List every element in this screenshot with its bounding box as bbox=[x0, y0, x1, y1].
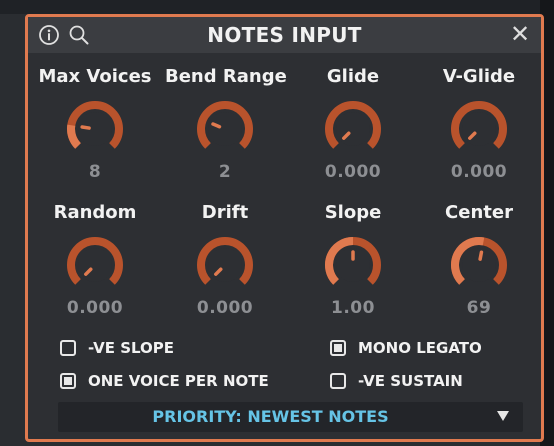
knob-label: Drift bbox=[201, 202, 249, 223]
knob-label: Glide bbox=[326, 66, 380, 87]
priority-label: PRIORITY: NEWEST NOTES bbox=[152, 407, 389, 426]
option-mono-legato[interactable]: MONO LEGATO bbox=[330, 337, 482, 359]
max-voices-knob[interactable] bbox=[63, 97, 127, 161]
knob-label: Random bbox=[53, 202, 137, 223]
knob-label: Center bbox=[445, 202, 513, 223]
option-label: -VE SLOPE bbox=[88, 339, 175, 357]
knob-label: Bend Range bbox=[165, 66, 287, 87]
knob-indicator bbox=[80, 125, 91, 130]
knob-body bbox=[208, 248, 242, 282]
window-title: NOTES INPUT bbox=[207, 23, 362, 47]
knob-random: Random 0.000 bbox=[35, 201, 155, 318]
knob-value: 8 bbox=[88, 162, 102, 182]
knob-value: 0.000 bbox=[66, 298, 124, 318]
knob-label: Max Voices bbox=[38, 66, 152, 87]
option-label: -VE SUSTAIN bbox=[358, 372, 463, 390]
bend-range-knob[interactable] bbox=[193, 97, 257, 161]
option-ve-slope[interactable]: -VE SLOPE bbox=[60, 337, 174, 359]
knob-value: 0.000 bbox=[324, 162, 382, 182]
option-label: MONO LEGATO bbox=[358, 339, 482, 357]
mono-legato-checkbox[interactable] bbox=[330, 340, 346, 356]
dropdown-arrow-icon bbox=[497, 411, 509, 421]
knob-body bbox=[208, 112, 242, 146]
knob-label: V-Glide bbox=[442, 66, 516, 87]
option-ve-sustain[interactable]: -VE SUSTAIN bbox=[330, 370, 463, 392]
priority-dropdown[interactable]: PRIORITY: NEWEST NOTES bbox=[58, 402, 523, 432]
ve-slope-checkbox[interactable] bbox=[60, 340, 76, 356]
ve-sustain-checkbox[interactable] bbox=[330, 373, 346, 389]
title-bar: NOTES INPUT ✕ bbox=[28, 17, 541, 53]
knob-label: Slope bbox=[324, 202, 382, 223]
knob-indicator bbox=[211, 122, 222, 129]
backdrop-top bbox=[0, 0, 554, 14]
close-icon[interactable]: ✕ bbox=[509, 22, 531, 46]
knob-drift: Drift 0.000 bbox=[165, 201, 285, 318]
knob-max-voices: Max Voices 8 bbox=[35, 65, 155, 182]
knob-body bbox=[462, 112, 496, 146]
knob-value: 1.00 bbox=[331, 298, 375, 318]
center-knob[interactable] bbox=[447, 233, 511, 297]
knob-indicator bbox=[478, 250, 484, 261]
v-glide-knob[interactable] bbox=[447, 97, 511, 161]
drift-knob[interactable] bbox=[193, 233, 257, 297]
knob-value: 0.000 bbox=[450, 162, 508, 182]
glide-knob[interactable] bbox=[321, 97, 385, 161]
knob-value: 0.000 bbox=[196, 298, 254, 318]
knob-slope: Slope 1.00 bbox=[293, 201, 413, 318]
knob-glide: Glide 0.000 bbox=[293, 65, 413, 182]
knob-bend-range: Bend Range 2 bbox=[165, 65, 287, 182]
knob-body bbox=[336, 112, 370, 146]
knob-value: 69 bbox=[466, 298, 492, 318]
knob-v-glide: V-Glide 0.000 bbox=[419, 65, 539, 182]
option-label: ONE VOICE PER NOTE bbox=[88, 372, 269, 390]
knob-body bbox=[78, 112, 112, 146]
random-knob[interactable] bbox=[63, 233, 127, 297]
knob-value: 2 bbox=[218, 162, 232, 182]
knob-value-arc bbox=[67, 124, 82, 149]
slope-knob[interactable] bbox=[321, 233, 385, 297]
option-one-voice-per-note[interactable]: ONE VOICE PER NOTE bbox=[60, 370, 269, 392]
notes-input-panel: NOTES INPUT ✕ Max Voices 8 Bend Range 2 … bbox=[25, 14, 544, 442]
knob-body bbox=[78, 248, 112, 282]
knob-body bbox=[462, 248, 496, 282]
knob-center: Center 69 bbox=[419, 201, 539, 318]
one-voice-per-note-checkbox[interactable] bbox=[60, 373, 76, 389]
